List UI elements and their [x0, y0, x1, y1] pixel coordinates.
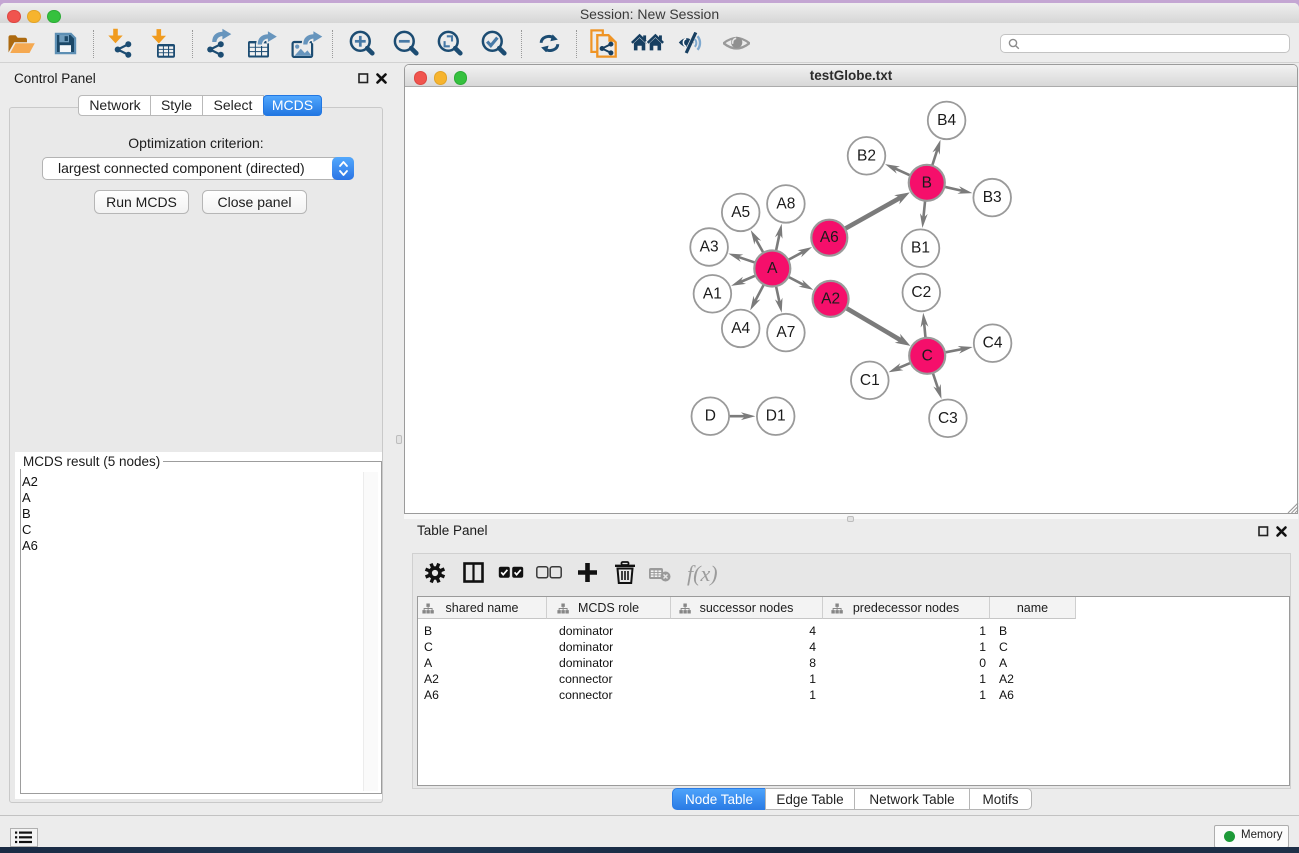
svg-text:B: B — [922, 174, 932, 191]
svg-text:B1: B1 — [911, 240, 930, 257]
svg-text:C3: C3 — [938, 410, 958, 427]
svg-text:B2: B2 — [857, 147, 876, 164]
svg-text:A5: A5 — [731, 204, 750, 221]
svg-text:D: D — [705, 408, 716, 425]
svg-text:D1: D1 — [766, 408, 786, 425]
svg-text:A7: A7 — [776, 324, 795, 341]
svg-text:A1: A1 — [703, 285, 722, 302]
svg-text:A8: A8 — [776, 195, 795, 212]
svg-text:A3: A3 — [700, 239, 719, 256]
svg-text:A: A — [767, 260, 778, 277]
svg-text:C4: C4 — [983, 335, 1003, 352]
svg-text:A2: A2 — [821, 290, 840, 307]
svg-text:A6: A6 — [820, 229, 839, 246]
svg-text:A4: A4 — [731, 320, 750, 337]
svg-text:C: C — [922, 347, 933, 364]
svg-text:B4: B4 — [937, 112, 956, 129]
svg-text:C2: C2 — [911, 284, 931, 301]
svg-text:B3: B3 — [983, 189, 1002, 206]
svg-text:C1: C1 — [860, 372, 880, 389]
